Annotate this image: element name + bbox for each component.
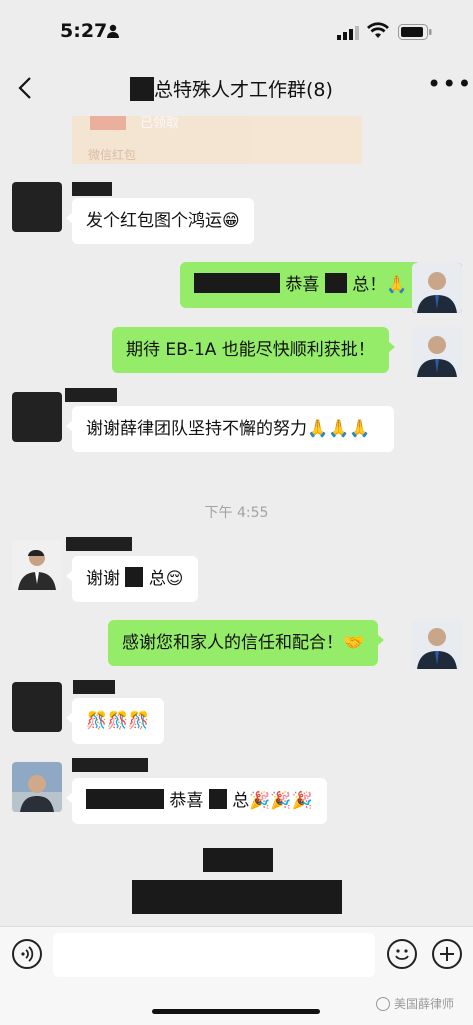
chat-title-text: 总特殊人才工作群(8) (154, 79, 333, 101)
red-packet-card[interactable]: 已领取 微信红包 (72, 116, 362, 164)
avatar[interactable] (412, 327, 462, 377)
message-bubble[interactable]: 期待 EB-1A 也能尽快顺利获批！ (112, 327, 395, 373)
plus-icon[interactable] (432, 939, 462, 969)
chat-header: 总特殊人才工作群(8) ••• (0, 62, 473, 116)
watermark: 美国薛律师 (376, 995, 454, 1012)
redacted-name (86, 789, 164, 809)
message-text: 发个红包图个鸿运😁 (86, 211, 240, 231)
red-packet-status: 已领取 (140, 116, 180, 131)
wifi-icon (367, 22, 389, 38)
message-bubble[interactable]: 发个红包图个鸿运😁 (66, 198, 254, 244)
avatar[interactable] (12, 762, 62, 812)
redacted-nickname (73, 680, 115, 694)
home-indicator (152, 1009, 320, 1014)
message-input[interactable] (53, 933, 375, 977)
chat-title: 总特殊人才工作群(8) (130, 75, 333, 102)
signal-icon (337, 26, 359, 40)
redacted-name (125, 567, 144, 587)
message-bubble[interactable]: 恭喜 总！🙏 (180, 262, 428, 308)
message-bubble[interactable]: 谢谢薛律团队坚持不懈的努力🙏🙏🙏 (66, 406, 394, 452)
user-photo (412, 327, 462, 377)
battery-icon (398, 24, 432, 40)
message-text-tail: 总😌 (148, 569, 184, 589)
redacted-name (194, 273, 280, 293)
user-photo (412, 619, 462, 669)
message-text: 🎊🎊🎊 (86, 711, 150, 731)
message-text: 恭喜 (169, 791, 204, 811)
person-icon (107, 24, 119, 38)
status-bar: 5:27 (0, 0, 473, 62)
input-bar: 美国薛律师 (0, 926, 473, 1025)
redacted-nickname (65, 388, 117, 402)
message-bubble[interactable]: 🎊🎊🎊 (66, 698, 164, 744)
message-text: 恭喜 (285, 275, 320, 295)
redacted-name (324, 273, 347, 293)
avatar[interactable] (12, 392, 62, 442)
clock: 5:27 (60, 20, 108, 42)
red-packet-footer: 微信红包 (88, 148, 137, 162)
timestamp: 下午 4:55 (204, 505, 269, 521)
watermark-text: 美国薛律师 (394, 997, 455, 1011)
message-list: 已领取 微信红包 发个红包图个鸿运😁 恭喜 总！🙏 期待 EB-1A 也能尽快顺… (0, 116, 473, 926)
redacted-nickname (72, 758, 148, 772)
message-bubble[interactable]: 恭喜 总🎉🎉🎉 (66, 778, 327, 824)
voice-icon[interactable] (12, 939, 42, 969)
avatar[interactable] (412, 263, 462, 313)
avatar[interactable] (12, 682, 62, 732)
message-text: 感谢您和家人的信任和配合！🤝 (122, 633, 365, 653)
user-photo (12, 540, 62, 590)
redacted-name (208, 789, 227, 809)
user-photo (412, 263, 462, 313)
back-chevron-icon[interactable] (14, 74, 38, 102)
message-text: 期待 EB-1A 也能尽快顺利获批！ (126, 340, 375, 360)
message-text-tail: 总🎉🎉🎉 (232, 791, 313, 811)
plus-sign-icon (440, 947, 454, 961)
user-photo (12, 762, 62, 812)
message-text: 谢谢 (86, 569, 120, 589)
smile-face-icon (395, 949, 409, 960)
avatar[interactable] (12, 540, 62, 590)
message-bubble[interactable]: 感谢您和家人的信任和配合！🤝 (108, 620, 385, 666)
wechat-logo-icon (376, 996, 390, 1011)
redacted-nickname (72, 182, 112, 196)
red-packet-icon (90, 116, 126, 130)
emoji-icon[interactable] (387, 939, 417, 969)
voice-wave-icon (21, 946, 34, 962)
avatar[interactable] (12, 182, 62, 232)
message-text-tail: 总！🙏 (352, 275, 408, 295)
redacted-name (130, 76, 154, 101)
redacted-block (132, 880, 342, 914)
message-bubble[interactable]: 谢谢 总😌 (66, 556, 198, 602)
redacted-nickname (66, 537, 132, 551)
message-text: 谢谢薛律团队坚持不懈的努力🙏🙏🙏 (86, 419, 371, 439)
more-icon[interactable]: ••• (427, 72, 471, 100)
redacted-block (203, 848, 273, 872)
avatar[interactable] (412, 619, 462, 669)
